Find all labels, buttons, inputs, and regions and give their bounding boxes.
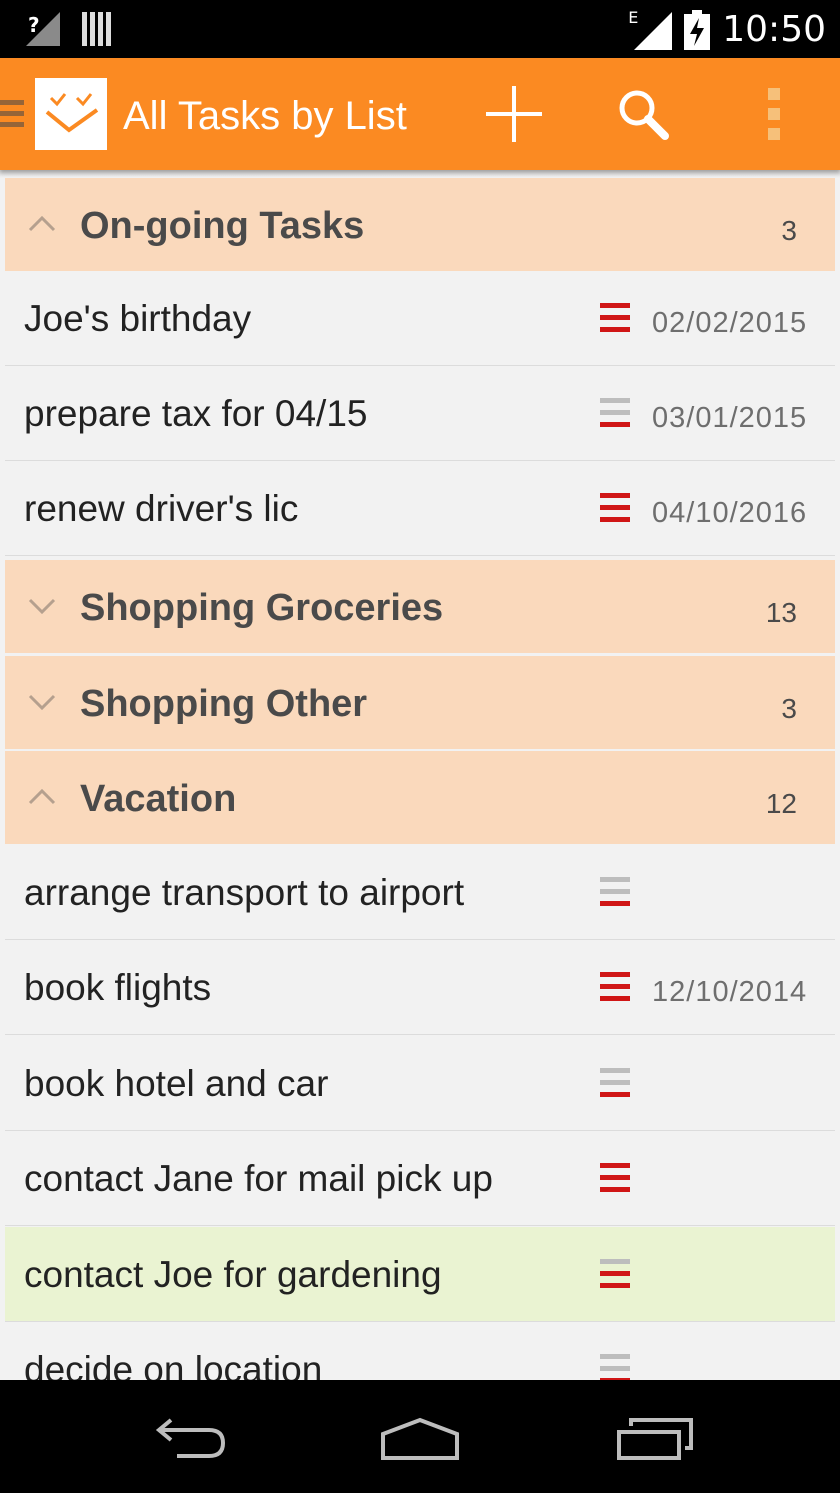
group-name: On-going Tasks	[80, 205, 365, 247]
clock: 10:50	[722, 9, 826, 50]
task-row[interactable]: book flights 12/10/2014	[5, 940, 835, 1035]
back-icon[interactable]	[137, 1410, 237, 1466]
chevron-up-icon[interactable]	[27, 212, 57, 234]
priority-high-icon	[600, 972, 630, 1002]
task-row[interactable]: contact Jane for mail pick up	[5, 1131, 835, 1226]
priority-high-icon	[600, 493, 630, 523]
search-icon[interactable]	[607, 78, 679, 150]
task-row[interactable]: book hotel and car	[5, 1036, 835, 1131]
overflow-menu-icon[interactable]	[738, 78, 810, 150]
action-bar: All Tasks by List	[0, 58, 840, 170]
task-name: arrange transport to airport	[24, 872, 465, 913]
app-logo-icon[interactable]	[35, 78, 107, 150]
task-list[interactable]: On-going Tasks 3 Joe's birthday 02/02/20…	[0, 170, 840, 1380]
group-count: 3	[781, 215, 797, 246]
priority-low-icon	[600, 877, 630, 907]
group-name: Shopping Other	[80, 683, 368, 725]
chevron-down-icon[interactable]	[27, 690, 57, 712]
priority-low-icon	[600, 398, 630, 428]
group-header-vacation[interactable]: Vacation 12	[5, 751, 835, 844]
group-header-on-going-tasks[interactable]: On-going Tasks 3	[5, 178, 835, 271]
task-name: decide on location	[24, 1349, 323, 1380]
battery-charging-icon	[684, 10, 711, 50]
task-due-date: 03/01/2015	[652, 402, 808, 434]
navigation-bar	[0, 1380, 840, 1493]
task-name: prepare tax for 04/15	[24, 393, 368, 434]
sim-bars-icon	[82, 12, 111, 46]
priority-medium-icon	[600, 1259, 630, 1289]
add-icon[interactable]	[478, 78, 550, 150]
task-due-date: 02/02/2015	[652, 307, 808, 339]
task-name: contact Jane for mail pick up	[24, 1158, 493, 1199]
drawer-icon[interactable]	[0, 100, 24, 133]
priority-low-icon	[600, 1354, 630, 1380]
group-name: Shopping Groceries	[80, 587, 444, 629]
group-name: Vacation	[80, 778, 237, 820]
home-icon[interactable]	[370, 1410, 470, 1466]
task-row[interactable]: Joe's birthday 02/02/2015	[5, 271, 835, 366]
group-header-shopping-other[interactable]: Shopping Other 3	[5, 656, 835, 749]
group-count: 12	[765, 788, 797, 819]
status-bar: ? E 10:50	[0, 0, 840, 58]
group-header-shopping-groceries[interactable]: Shopping Groceries 13	[5, 560, 835, 653]
task-row[interactable]: arrange transport to airport	[5, 845, 835, 940]
task-name: book hotel and car	[24, 1063, 329, 1104]
page-title: All Tasks by List	[123, 94, 407, 138]
recent-apps-icon[interactable]	[605, 1410, 705, 1466]
group-count: 3	[781, 693, 797, 724]
priority-high-icon	[600, 1163, 630, 1193]
task-name: book flights	[24, 967, 212, 1008]
chevron-down-icon[interactable]	[27, 594, 57, 616]
task-name: Joe's birthday	[24, 298, 252, 339]
group-count: 13	[765, 597, 797, 628]
priority-high-icon	[600, 303, 630, 333]
signal-unknown-icon: ?	[26, 12, 60, 46]
task-due-date: 12/10/2014	[652, 976, 808, 1008]
signal-icon	[634, 12, 673, 50]
svg-text:?: ?	[28, 13, 40, 37]
priority-low-icon	[600, 1068, 630, 1098]
task-due-date: 04/10/2016	[652, 497, 808, 529]
task-row[interactable]: prepare tax for 04/15 03/01/2015	[5, 366, 835, 461]
task-row-highlighted[interactable]: contact Joe for gardening	[5, 1227, 835, 1322]
task-row[interactable]: renew driver's lic 04/10/2016	[5, 461, 835, 556]
task-row[interactable]: decide on location	[5, 1322, 835, 1380]
task-name: contact Joe for gardening	[24, 1254, 442, 1295]
task-name: renew driver's lic	[24, 488, 299, 529]
chevron-up-icon[interactable]	[27, 785, 57, 807]
